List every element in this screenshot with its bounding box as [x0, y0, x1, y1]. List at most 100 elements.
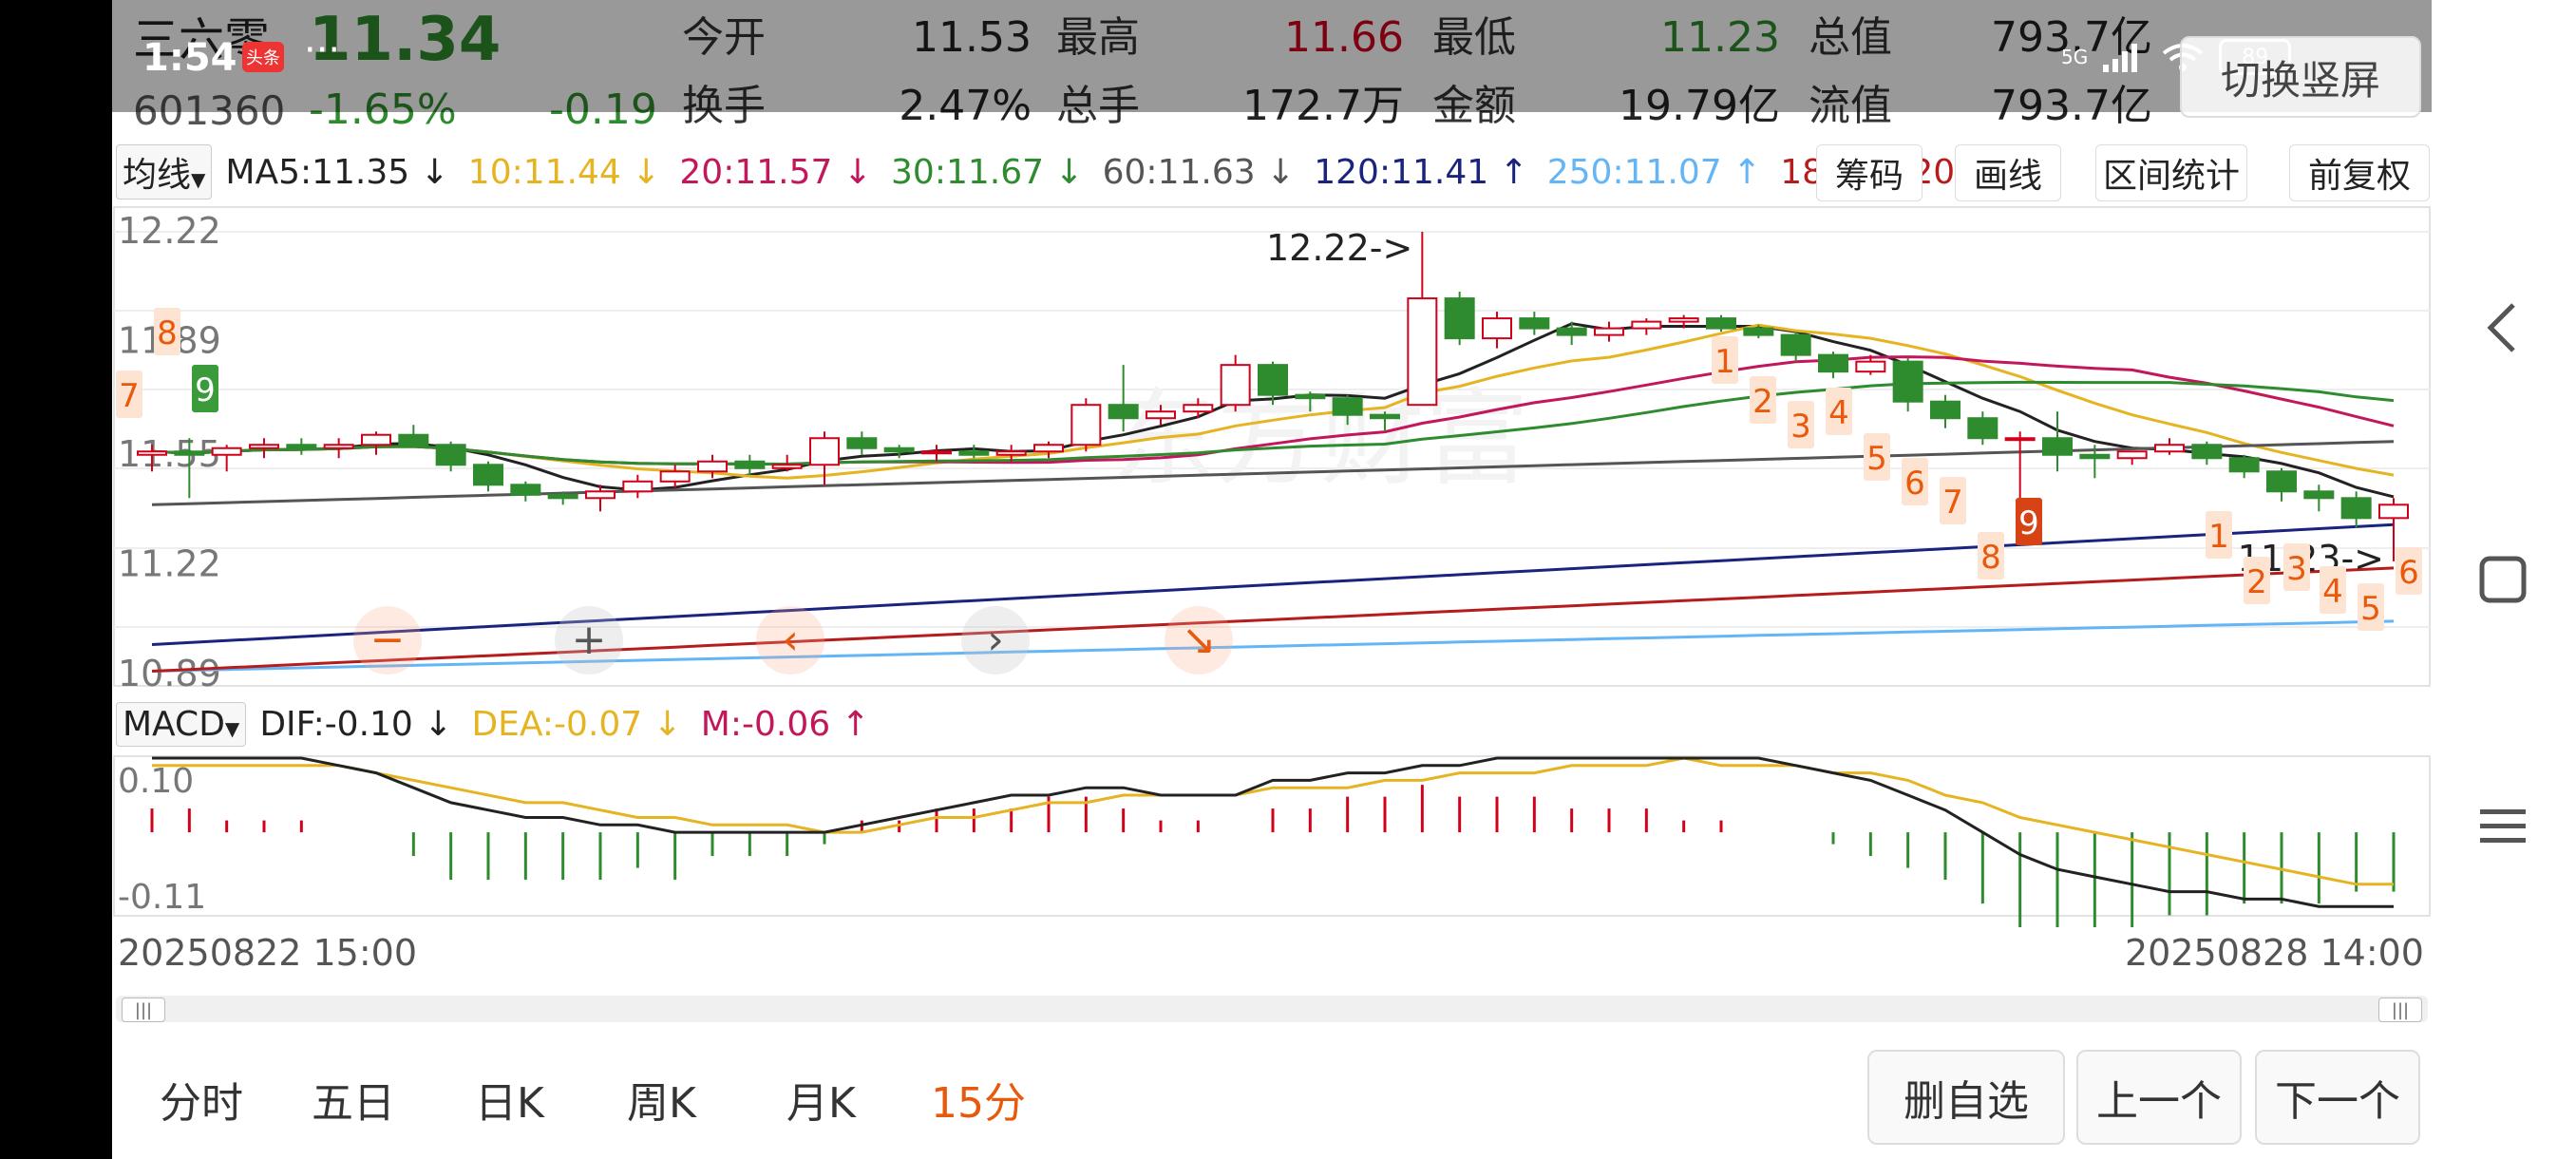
action-button[interactable]: 上一个: [2076, 1050, 2242, 1145]
candle-body: [1258, 364, 1288, 396]
candle-body: [286, 444, 317, 449]
candle-body: [1631, 320, 1662, 330]
candle-body: [1556, 327, 1587, 336]
ma-line: [151, 619, 2395, 673]
candle-body: [622, 480, 653, 493]
menu-icon: [2480, 809, 2526, 843]
scroll-handle-right[interactable]: |||: [2378, 998, 2422, 1022]
candle-body: [547, 493, 578, 500]
candle-body: [1444, 297, 1475, 340]
pan-right-glyph: ›: [987, 616, 1004, 664]
candle-body: [2004, 437, 2036, 442]
candle-body: [1519, 317, 1550, 330]
candle-body: [1295, 393, 1326, 400]
seq-marker-label: 2: [1752, 383, 1773, 421]
price-tick-label: 11.55: [118, 433, 221, 475]
back-nav-button[interactable]: [2465, 290, 2541, 366]
candle-body: [1818, 353, 1848, 373]
x-start-label: 20250822 15:00: [118, 932, 417, 974]
price-tick-label: 12.22: [118, 210, 221, 252]
candle-body: [2303, 490, 2335, 500]
candle-body: [958, 450, 990, 456]
candle-body: [510, 484, 541, 496]
period-tab[interactable]: 五日: [312, 1069, 395, 1130]
seq-marker-label: 5: [2360, 590, 2381, 628]
period-tab[interactable]: 月K: [786, 1069, 856, 1130]
seq-marker-label: 1: [1714, 343, 1735, 381]
candle-body: [2378, 504, 2409, 520]
candle-body: [211, 446, 242, 456]
seq-marker-label: 2: [2246, 563, 2267, 601]
period-tab[interactable]: 15分: [931, 1069, 1026, 1130]
macd-tick-label: -0.11: [118, 878, 206, 917]
candle-body: [249, 444, 279, 449]
candle-body: [2116, 450, 2148, 460]
home-nav-button[interactable]: [2465, 542, 2541, 618]
candle-body: [883, 446, 915, 453]
seq-marker-label: 8: [157, 314, 178, 352]
candle-body: [809, 437, 840, 466]
candle-body: [398, 433, 429, 446]
period-tab[interactable]: 分时: [160, 1069, 243, 1130]
candle-body: [1332, 397, 1363, 416]
seq-marker-label: 3: [2286, 550, 2307, 588]
high-annotation: 12.22->: [1266, 227, 1412, 269]
candle-body: [137, 450, 167, 456]
candle-body: [1780, 333, 1811, 356]
candle-body: [1183, 404, 1214, 413]
candle-body: [1070, 404, 1102, 446]
seq-marker-label: 1: [2208, 518, 2229, 556]
price-tick-label: 10.89: [118, 653, 221, 694]
candle-body: [771, 464, 803, 469]
seq-marker-label: 4: [2322, 573, 2343, 611]
candle-body: [2154, 444, 2185, 453]
candle-body: [1930, 400, 1960, 420]
candle-body: [1668, 317, 1699, 323]
candle-body: [2340, 497, 2372, 520]
candle-body: [846, 437, 878, 449]
seq-marker-label: 6: [2398, 554, 2419, 592]
price-tick-label: 11.22: [118, 542, 221, 584]
candle-body: [1743, 327, 1774, 336]
candle-body: [1033, 444, 1064, 453]
macd-tick-label: 0.10: [118, 762, 194, 801]
candle-body: [435, 444, 466, 466]
candle-body: [1855, 360, 1886, 373]
candle-body: [1407, 297, 1438, 407]
candle-body: [1482, 317, 1512, 340]
period-tab[interactable]: 日K: [475, 1069, 544, 1130]
scroll-handle-left[interactable]: |||: [122, 998, 165, 1022]
seq-marker-label: 9: [195, 371, 216, 409]
seq-marker-label: 5: [1866, 440, 1887, 478]
candle-body: [659, 470, 691, 483]
seq-marker-label: 8: [1980, 539, 2001, 577]
candle-body: [473, 464, 503, 486]
kline-chart[interactable]: 东方财富12.2211.8911.5511.2210.8912.22->11.2…: [0, 0, 2576, 988]
candle-body: [323, 444, 354, 449]
seq-marker-label: 6: [1904, 465, 1925, 503]
candle-body: [2191, 444, 2223, 460]
action-button[interactable]: 删自选: [1867, 1050, 2065, 1145]
candle-body: [921, 450, 952, 455]
candle-body: [995, 450, 1027, 456]
reset-glyph: ↘: [1182, 616, 1217, 664]
seq-marker-label: 4: [1828, 394, 1849, 432]
candle-body: [1146, 410, 1176, 420]
candle-body: [2266, 470, 2297, 493]
candle-body: [1370, 413, 1400, 420]
recents-nav-button[interactable]: [2465, 788, 2541, 864]
seq-marker-label: 7: [119, 377, 140, 415]
home-icon: [2479, 556, 2527, 603]
time-scrollbar[interactable]: [116, 996, 2428, 1022]
back-icon: [2487, 303, 2515, 352]
zoom-in-glyph: +: [572, 616, 607, 664]
candle-body: [2228, 457, 2260, 473]
candle-body: [2042, 437, 2073, 456]
period-tab[interactable]: 周K: [627, 1069, 696, 1130]
action-button[interactable]: 下一个: [2255, 1050, 2420, 1145]
seq-marker-label: 9: [2018, 504, 2039, 542]
seq-marker-label: 3: [1790, 408, 1811, 446]
candle-body: [585, 490, 616, 500]
pan-left-glyph: ‹: [782, 616, 799, 664]
candle-body: [1594, 327, 1624, 336]
